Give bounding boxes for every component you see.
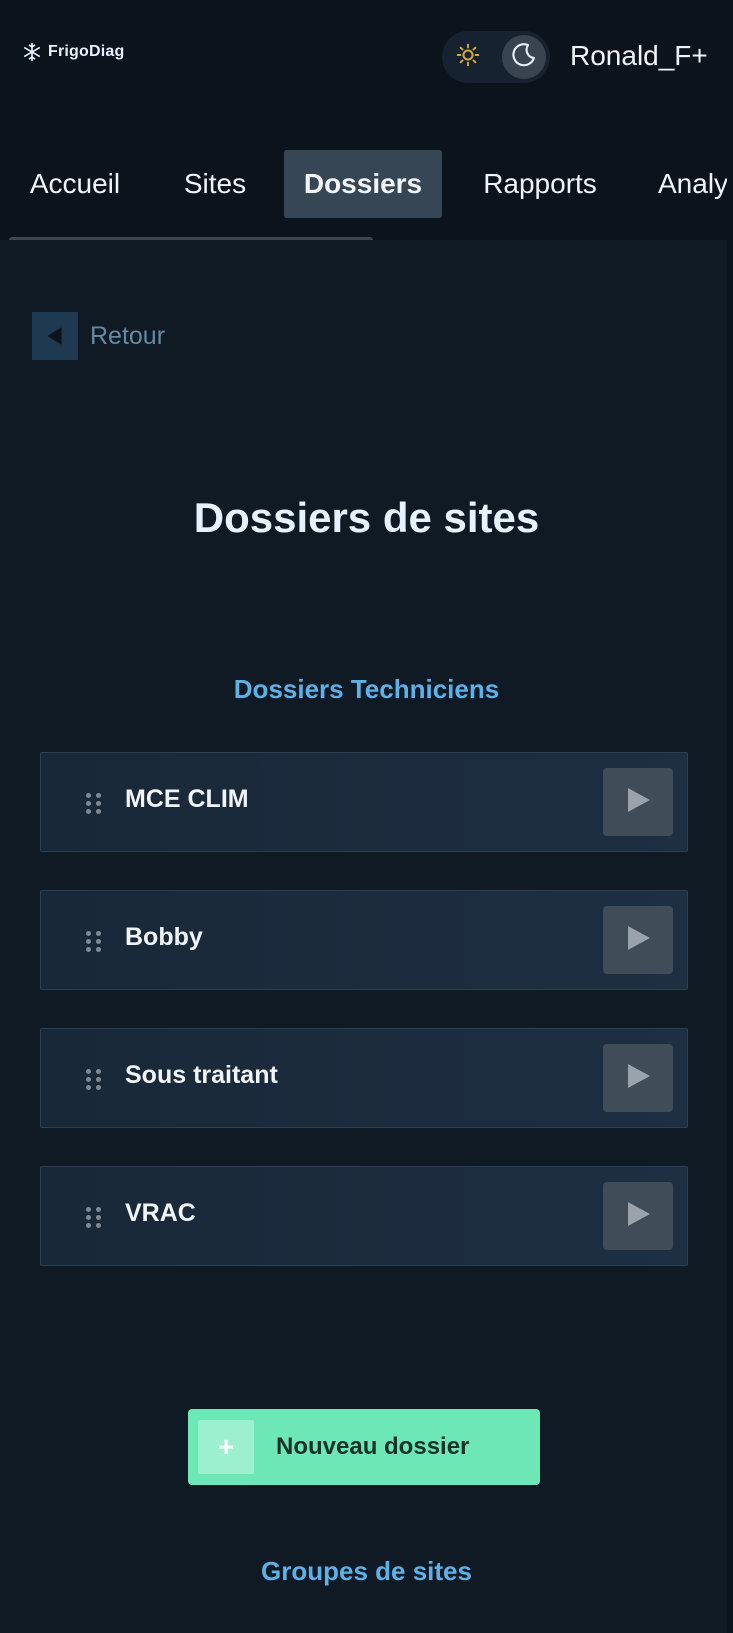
play-icon xyxy=(624,924,652,957)
folder-name: MCE CLIM xyxy=(125,785,249,813)
plus-icon: + xyxy=(198,1420,254,1474)
open-folder-button[interactable] xyxy=(603,1044,673,1112)
tab-analyses[interactable]: Analys xyxy=(650,150,733,218)
folder-card-mce-clim[interactable]: MCE CLIM xyxy=(40,752,688,852)
tab-sites[interactable]: Sites xyxy=(165,150,265,218)
user-menu[interactable]: Ronald_F+ xyxy=(570,40,708,72)
snowflake-icon xyxy=(22,42,42,62)
folder-name: Sous traitant xyxy=(125,1061,278,1089)
scrollbar-track[interactable] xyxy=(727,0,733,1633)
new-folder-label: Nouveau dossier xyxy=(276,1433,470,1460)
section-title-groupes: Groupes de sites xyxy=(261,1556,472,1586)
main-content: Retour Dossiers de sites Dossiers Techni… xyxy=(0,240,733,1633)
new-folder-button[interactable]: + Nouveau dossier xyxy=(188,1409,540,1485)
brand-name: FrigoDiag xyxy=(48,43,125,60)
play-icon xyxy=(624,786,652,819)
light-mode-button[interactable] xyxy=(446,35,490,79)
moon-icon xyxy=(510,41,538,74)
back-label: Retour xyxy=(90,321,166,350)
tab-dossiers[interactable]: Dossiers xyxy=(284,150,442,218)
folder-card-vrac[interactable]: VRAC xyxy=(40,1166,688,1266)
play-icon xyxy=(624,1062,652,1095)
main-navigation: Accueil Sites Dossiers Rapports Analys xyxy=(0,120,733,240)
page-title: Dossiers de sites xyxy=(193,494,540,541)
folder-name: VRAC xyxy=(125,1199,196,1227)
back-button[interactable]: Retour xyxy=(32,312,165,360)
tab-accueil[interactable]: Accueil xyxy=(10,150,140,218)
folder-name: Bobby xyxy=(125,923,203,951)
dark-mode-button[interactable] xyxy=(502,35,546,79)
back-arrow-icon xyxy=(32,312,78,360)
open-folder-button[interactable] xyxy=(603,1182,673,1250)
open-folder-button[interactable] xyxy=(603,768,673,836)
theme-toggle[interactable] xyxy=(442,31,550,83)
brand-logo[interactable]: FrigoDiag xyxy=(22,42,124,62)
folder-card-bobby[interactable]: Bobby xyxy=(40,890,688,990)
folder-card-sous-traitant[interactable]: Sous traitant xyxy=(40,1028,688,1128)
top-bar: FrigoDiag Ronald_F+ xyxy=(0,0,733,120)
sun-icon xyxy=(455,42,481,73)
section-title-techniciens: Dossiers Techniciens xyxy=(233,674,500,704)
drag-handle-icon[interactable] xyxy=(86,793,102,814)
drag-handle-icon[interactable] xyxy=(86,931,102,952)
open-folder-button[interactable] xyxy=(603,906,673,974)
drag-handle-icon[interactable] xyxy=(86,1069,102,1090)
play-icon xyxy=(624,1200,652,1233)
tab-rapports[interactable]: Rapports xyxy=(470,150,610,218)
drag-handle-icon[interactable] xyxy=(86,1207,102,1228)
